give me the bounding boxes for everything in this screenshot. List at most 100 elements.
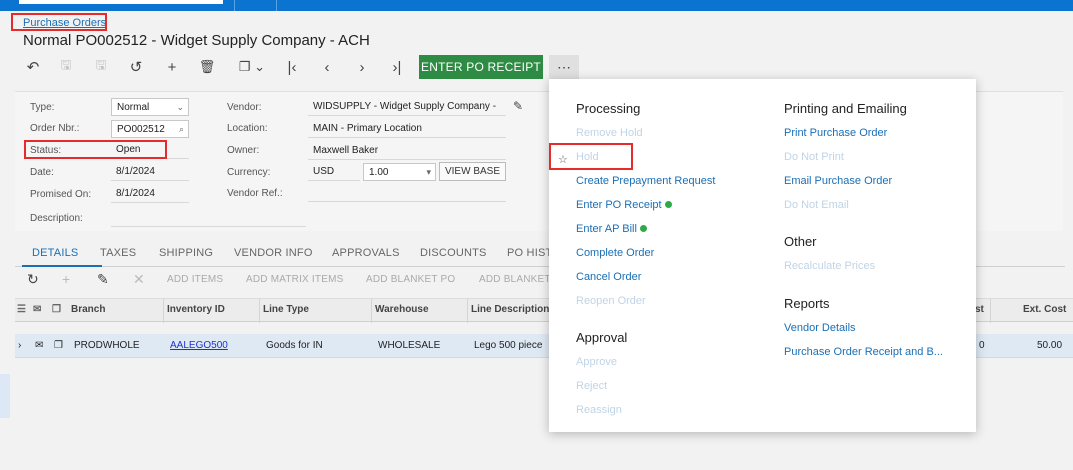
previous-record-icon[interactable]: ‹ xyxy=(316,55,338,79)
processing-header: Processing xyxy=(576,101,641,116)
order-nbr-field[interactable]: PO002512 ⌕ xyxy=(111,120,189,138)
more-actions-menu: Processing Remove Hold ☆ Hold Create Pre… xyxy=(549,79,976,432)
add-matrix-items-button[interactable]: ADD MATRIX ITEMS xyxy=(246,274,343,285)
type-select[interactable]: Normal ⌄ xyxy=(111,98,189,116)
menu-item-enter-po-receipt[interactable]: Enter PO Receipt xyxy=(576,199,672,211)
menu-item-email-purchase-order[interactable]: Email Purchase Order xyxy=(784,175,892,187)
column-divider xyxy=(163,299,164,323)
cell-unit-cost: 0 xyxy=(979,340,985,351)
column-branch[interactable]: Branch xyxy=(71,304,105,315)
currency-field[interactable]: USD xyxy=(308,163,360,181)
order-nbr-label: Order Nbr.: xyxy=(30,123,80,134)
column-line-description[interactable]: Line Description xyxy=(471,304,549,315)
vendor-field[interactable]: WIDSUPPLY - Widget Supply Company - xyxy=(308,98,506,116)
next-record-icon[interactable]: › xyxy=(351,55,373,79)
chevron-down-icon: ▾ xyxy=(426,167,431,177)
back-icon[interactable]: ↶ xyxy=(22,55,44,79)
last-record-icon[interactable]: ›| xyxy=(386,55,408,79)
attachment-icon[interactable]: ✉ xyxy=(33,304,41,315)
menu-item-remove-hold[interactable]: Remove Hold xyxy=(576,127,643,139)
tab-discounts[interactable]: DISCOUNTS xyxy=(420,247,487,259)
top-bar-divider xyxy=(276,0,277,11)
cell-ext-cost: 50.00 xyxy=(1037,340,1063,351)
menu-item-complete-order[interactable]: Complete Order xyxy=(576,247,654,259)
column-ext-cost[interactable]: Ext. Cost xyxy=(1023,304,1066,315)
menu-item-do-not-print[interactable]: Do Not Print xyxy=(784,151,844,163)
column-warehouse[interactable]: Warehouse xyxy=(375,304,429,315)
more-actions-button[interactable]: ⋯ xyxy=(549,55,579,79)
enter-po-receipt-button[interactable]: ENTER PO RECEIPT xyxy=(419,55,543,79)
column-unit-cost[interactable]: st xyxy=(975,304,984,315)
date-field[interactable]: 8/1/2024 xyxy=(111,163,189,181)
view-base-button[interactable]: VIEW BASE xyxy=(439,162,506,181)
top-bar-divider xyxy=(234,0,235,11)
column-divider xyxy=(371,299,372,323)
add-blanket-po-button[interactable]: ADD BLANKET PO xyxy=(366,274,455,285)
menu-item-label: Enter AP Bill xyxy=(576,223,637,235)
other-header: Other xyxy=(784,234,817,249)
location-field[interactable]: MAIN - Primary Location xyxy=(308,120,506,138)
owner-field[interactable]: Maxwell Baker xyxy=(308,142,506,160)
delete-row-icon[interactable]: ✕ xyxy=(133,271,145,288)
tab-taxes[interactable]: TAXES xyxy=(100,247,136,259)
currency-label: Currency: xyxy=(227,167,271,178)
menu-item-print-purchase-order[interactable]: Print Purchase Order xyxy=(784,127,887,139)
cell-line-type: Goods for IN xyxy=(266,340,323,351)
undo-icon[interactable]: ↺ xyxy=(125,55,147,79)
menu-item-label: Enter PO Receipt xyxy=(576,199,662,211)
menu-item-recalculate-prices[interactable]: Recalculate Prices xyxy=(784,260,875,272)
tab-details[interactable]: DETAILS xyxy=(32,247,78,259)
attachment-icon[interactable]: ✉ xyxy=(35,340,43,351)
menu-item-reassign[interactable]: Reassign xyxy=(576,404,622,416)
column-divider xyxy=(467,299,468,323)
note-icon[interactable]: ❐ xyxy=(54,340,63,351)
menu-item-create-prepayment-request[interactable]: Create Prepayment Request xyxy=(576,175,715,187)
add-items-button[interactable]: ADD ITEMS xyxy=(167,274,223,285)
order-nbr-value: PO002512 xyxy=(117,124,165,135)
menu-item-reopen-order[interactable]: Reopen Order xyxy=(576,295,646,307)
first-record-icon[interactable]: |‹ xyxy=(281,55,303,79)
tab-po-history[interactable]: PO HIST xyxy=(507,247,552,259)
refresh-icon[interactable]: ↻ xyxy=(27,271,39,288)
promised-on-field[interactable]: 8/1/2024 xyxy=(111,185,189,203)
menu-item-purchase-order-receipt[interactable]: Purchase Order Receipt and B... xyxy=(784,346,943,358)
status-dot-icon xyxy=(639,225,647,232)
save-icon[interactable]: 🖫 xyxy=(90,55,112,79)
top-bar-search-box[interactable] xyxy=(19,0,223,4)
menu-item-vendor-details[interactable]: Vendor Details xyxy=(784,322,856,334)
type-value: Normal xyxy=(117,102,150,113)
menu-item-enter-ap-bill[interactable]: Enter AP Bill xyxy=(576,223,647,235)
files-icon[interactable]: ☰ xyxy=(17,304,26,315)
tab-vendor-info[interactable]: VENDOR INFO xyxy=(234,247,313,259)
search-icon[interactable]: ⌕ xyxy=(179,124,184,135)
menu-item-approve[interactable]: Approve xyxy=(576,356,617,368)
tab-approvals[interactable]: APPROVALS xyxy=(332,247,400,259)
column-line-type[interactable]: Line Type xyxy=(263,304,309,315)
column-inventory-id[interactable]: Inventory ID xyxy=(167,304,225,315)
vendor-ref-label: Vendor Ref.: xyxy=(227,188,283,199)
left-nav-strip xyxy=(0,374,10,418)
menu-item-do-not-email[interactable]: Do Not Email xyxy=(784,199,849,211)
chevron-down-icon: ⌄ xyxy=(176,102,184,112)
delete-icon[interactable]: 🗑 xyxy=(196,55,218,79)
menu-item-reject[interactable]: Reject xyxy=(576,380,607,392)
location-label: Location: xyxy=(227,123,268,134)
add-row-icon[interactable]: + xyxy=(62,271,70,287)
vendor-ref-field[interactable] xyxy=(308,184,506,202)
menu-item-cancel-order[interactable]: Cancel Order xyxy=(576,271,641,283)
tab-shipping[interactable]: SHIPPING xyxy=(159,247,213,259)
save-close-icon[interactable]: 🖫 xyxy=(55,55,77,79)
add-icon[interactable]: + xyxy=(161,55,183,79)
promised-on-label: Promised On: xyxy=(30,189,92,200)
cell-inventory-id[interactable]: AALEGO500 xyxy=(170,340,228,351)
copy-paste-icon[interactable]: ❐ ⌄ xyxy=(234,55,270,79)
expand-row-icon[interactable]: › xyxy=(18,340,21,351)
owner-label: Owner: xyxy=(227,145,260,156)
edit-icon[interactable]: ✎ xyxy=(513,99,523,113)
add-blanket-button[interactable]: ADD BLANKET xyxy=(479,274,551,285)
status-dot-icon xyxy=(664,201,672,208)
note-icon[interactable]: ❐ xyxy=(52,304,61,315)
description-field[interactable] xyxy=(111,209,306,227)
currency-rate-select[interactable]: 1.00 ▾ xyxy=(363,163,436,181)
edit-row-icon[interactable]: ✎ xyxy=(97,271,109,288)
